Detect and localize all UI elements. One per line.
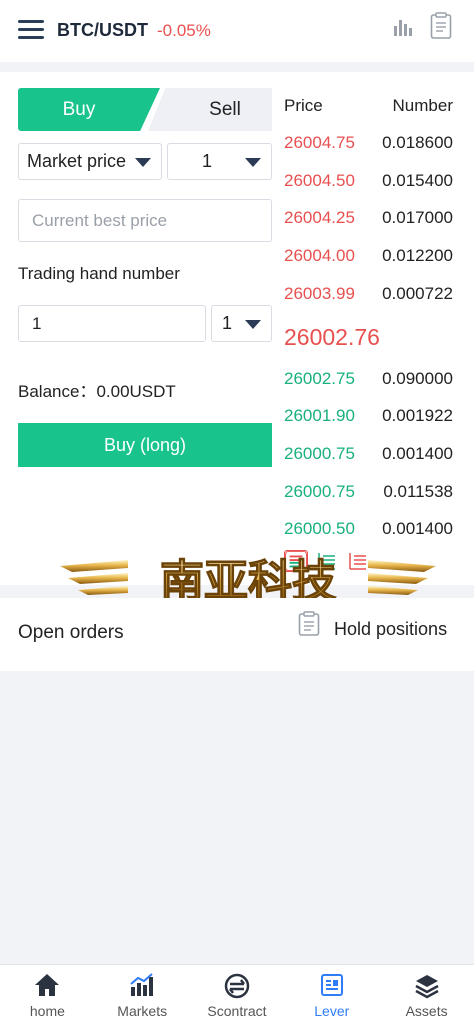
tab-sell[interactable]: Sell <box>148 88 272 131</box>
nav-markets[interactable]: Markets <box>95 965 190 1024</box>
ask-price: 26003.99 <box>284 284 355 303</box>
balance: Balance：0.00USDT <box>18 377 176 402</box>
nav-label: home <box>29 1003 65 1019</box>
hand-number-input[interactable]: 1 <box>18 305 206 342</box>
multiplier-value: 1 <box>202 151 213 171</box>
nav-scontract[interactable]: Scontract <box>190 965 285 1024</box>
bid-number: 0.011538 <box>383 482 453 501</box>
bid-row[interactable]: 26001.90 0.001922 <box>284 406 459 426</box>
trade-panel: Sell Buy Market price 1 Current best pri… <box>0 72 474 608</box>
ask-number: 0.017000 <box>382 208 453 227</box>
bid-number: 0.001400 <box>382 519 453 538</box>
buy-long-button[interactable]: Buy (long) <box>18 423 272 467</box>
orders-section: Open orders Hold positions <box>0 598 474 671</box>
nav-assets[interactable]: Assets <box>379 965 474 1024</box>
hand-number-label: Trading hand number <box>18 264 180 283</box>
number-header: Number <box>392 96 453 115</box>
ask-row[interactable]: 26004.50 0.015400 <box>284 171 459 191</box>
bid-row[interactable]: 26000.75 0.001400 <box>284 444 459 464</box>
top-header: BTC/USDT -0.05% <box>0 0 474 62</box>
clipboard-icon[interactable] <box>298 611 320 637</box>
order-type-value: Market price <box>27 151 127 171</box>
ask-number: 0.012200 <box>382 246 453 265</box>
ask-row[interactable]: 26003.99 0.000722 <box>284 284 459 304</box>
bid-price: 26001.90 <box>284 406 355 425</box>
order-type-select[interactable]: Market price <box>18 143 162 180</box>
bid-price: 26000.75 <box>284 444 355 463</box>
bid-price: 26000.75 <box>284 482 355 501</box>
ask-number: 0.015400 <box>382 171 453 190</box>
bid-row[interactable]: 26000.75 0.011538 <box>284 482 459 502</box>
ask-price: 26004.75 <box>284 133 355 152</box>
chevron-down-icon <box>135 158 151 167</box>
bid-price: 26002.75 <box>284 369 355 388</box>
home-icon <box>35 974 60 996</box>
bottom-nav: home Markets Scontract Lever Assets <box>0 964 474 1024</box>
menu-icon[interactable] <box>18 20 44 40</box>
chevron-down-icon <box>245 158 261 167</box>
ask-row[interactable]: 26004.00 0.012200 <box>284 246 459 266</box>
trading-pair[interactable]: BTC/USDT <box>57 20 148 41</box>
ask-price: 26004.50 <box>284 171 355 190</box>
assets-icon <box>414 975 439 999</box>
ask-row[interactable]: 26004.75 0.018600 <box>284 133 459 153</box>
chevron-down-icon <box>245 320 261 329</box>
ask-number: 0.018600 <box>382 133 453 152</box>
bid-number: 0.090000 <box>382 369 453 388</box>
balance-value: 0.00USDT <box>96 382 176 401</box>
ask-number: 0.000722 <box>382 284 453 303</box>
bid-row[interactable]: 26000.50 0.001400 <box>284 519 459 539</box>
price-header: Price <box>284 96 323 115</box>
ask-price: 26004.00 <box>284 246 355 265</box>
open-orders-title: Open orders <box>18 622 124 643</box>
nav-label: Lever <box>314 1003 350 1019</box>
multiplier-select-bottom[interactable]: 1 <box>211 305 272 342</box>
markets-icon <box>130 973 154 996</box>
chart-icon[interactable] <box>393 16 415 38</box>
bid-row[interactable]: 26002.75 0.090000 <box>284 369 459 389</box>
price-change: -0.05% <box>157 21 211 40</box>
contract-icon <box>224 973 250 999</box>
bid-number: 0.001922 <box>382 406 453 425</box>
last-price: 26002.76 <box>284 324 380 350</box>
multiplier-value: 1 <box>222 313 233 333</box>
bid-number: 0.001400 <box>382 444 453 463</box>
bid-price: 26000.50 <box>284 519 355 538</box>
nav-label: Scontract <box>207 1003 267 1019</box>
ask-price: 26004.25 <box>284 208 355 227</box>
order-record-icon[interactable] <box>430 12 452 40</box>
nav-lever[interactable]: Lever <box>284 965 379 1024</box>
price-input[interactable]: Current best price <box>18 199 272 242</box>
multiplier-select-top[interactable]: 1 <box>167 143 272 180</box>
nav-label: Markets <box>117 1003 168 1019</box>
balance-label: Balance： <box>18 382 97 401</box>
tab-buy[interactable]: Buy <box>18 88 160 131</box>
nav-label: Assets <box>405 1003 448 1019</box>
buy-sell-tabs: Sell Buy <box>18 88 272 131</box>
ask-row[interactable]: 26004.25 0.017000 <box>284 208 459 228</box>
nav-home[interactable]: home <box>0 965 95 1024</box>
lever-icon <box>320 974 343 996</box>
hold-positions-link[interactable]: Hold positions <box>334 619 447 640</box>
